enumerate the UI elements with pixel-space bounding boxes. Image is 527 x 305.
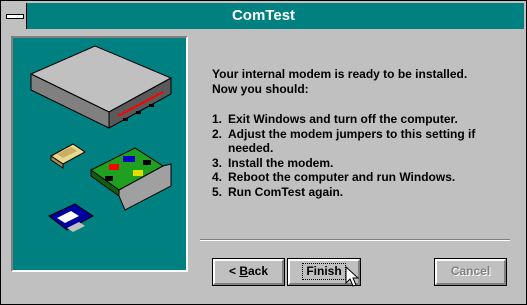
modem-icon (29, 45, 173, 129)
steps-list: 1. Exit Windows and turn off the computer… (212, 112, 512, 199)
intro-text: Your internal modem is ready to be insta… (212, 67, 512, 96)
list-item: 1. Exit Windows and turn off the computer… (212, 112, 458, 126)
dialog-window: ComTest Your internal modem is ready to … (0, 0, 527, 305)
mouse-cursor-icon (345, 266, 359, 287)
separator (200, 239, 510, 241)
list-item: 4. Reboot the computer and run Windows. (212, 170, 456, 184)
expansion-card-icon (90, 147, 172, 211)
intro-line-1: Your internal modem is ready to be insta… (212, 67, 468, 81)
illustration-panel (11, 36, 188, 272)
chip-icon (50, 143, 86, 169)
system-menu-icon[interactable] (3, 3, 27, 29)
cancel-button[interactable]: Cancel (434, 258, 507, 286)
list-item: 5. Run ComTest again. (212, 184, 344, 199)
title-bar[interactable]: ComTest (3, 3, 524, 29)
list-item: 2. Adjust the modem jumpers to this setti… (212, 126, 476, 156)
back-button[interactable]: < Back (212, 258, 285, 286)
window-title: ComTest (231, 7, 296, 24)
floppy-disk-icon (48, 203, 94, 232)
intro-line-2: Now you should: (212, 81, 309, 96)
list-item: 3. Install the modem. (212, 155, 334, 170)
instructions: Your internal modem is ready to be insta… (212, 67, 512, 199)
